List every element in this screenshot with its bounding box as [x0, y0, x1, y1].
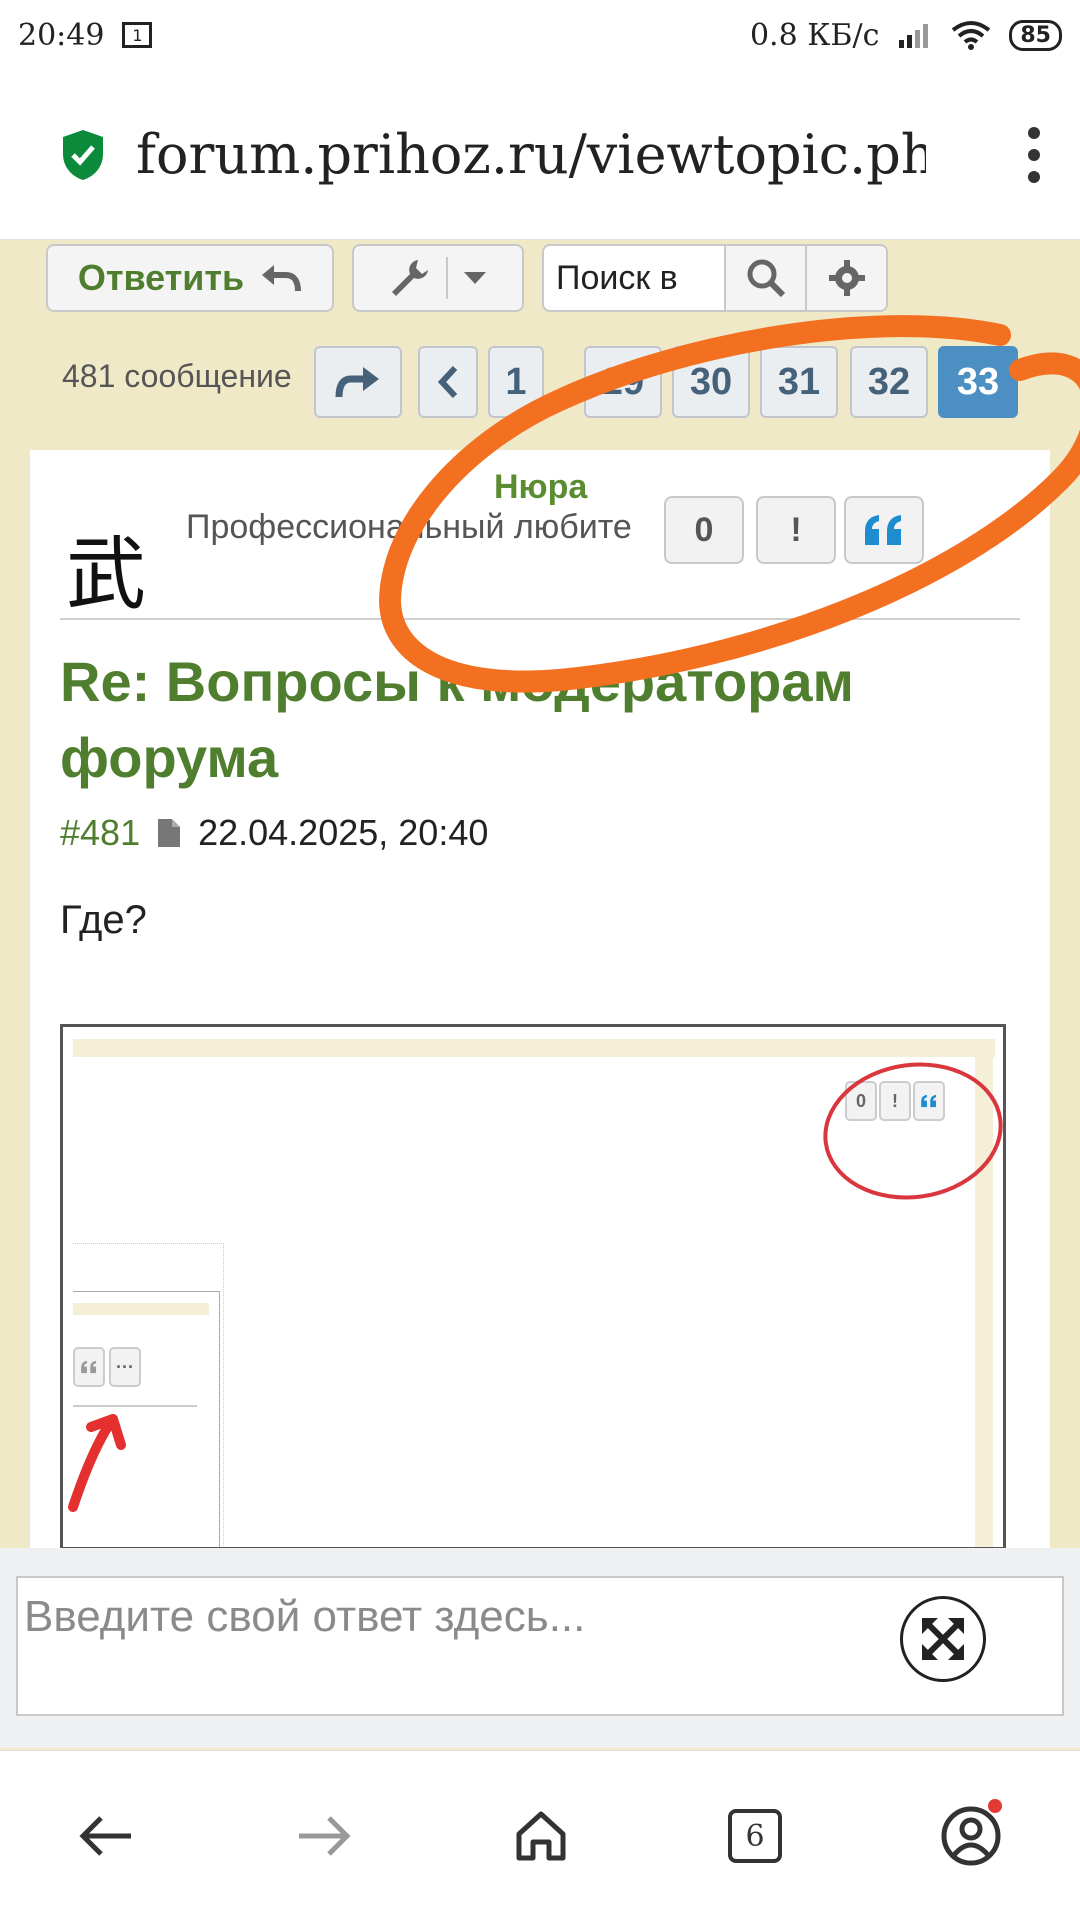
- tabs-button[interactable]: 6: [720, 1801, 790, 1871]
- post-meta: #481 22.04.2025, 20:40: [60, 812, 488, 854]
- page-link-1[interactable]: 1: [488, 346, 544, 418]
- like-counter-button[interactable]: 0: [664, 496, 744, 564]
- back-arrow-icon[interactable]: [72, 1801, 142, 1871]
- post-title[interactable]: Re: Вопросы к модераторам форума: [60, 644, 960, 796]
- document-icon: [158, 819, 181, 847]
- clock: 20:49: [18, 17, 105, 53]
- reply-arrow-icon: [262, 265, 302, 292]
- wrench-icon: [392, 260, 428, 296]
- overflow-menu-icon[interactable]: [1028, 126, 1040, 183]
- wifi-icon: [952, 21, 991, 50]
- user-rank: Профессиональный любите: [186, 508, 632, 546]
- reply-button-label: Ответить: [77, 257, 245, 298]
- sim-icon: 1: [122, 22, 153, 48]
- post-header-divider: [60, 618, 1020, 620]
- search-input[interactable]: Поиск в: [544, 246, 726, 310]
- page-link-31[interactable]: 31: [760, 346, 838, 418]
- chevron-down-icon: [464, 272, 486, 284]
- search-icon[interactable]: [726, 246, 807, 310]
- gear-icon[interactable]: [807, 246, 886, 310]
- post-permalink[interactable]: #481: [60, 812, 140, 854]
- url-text[interactable]: forum.prihoz.ru/viewtopic.ph: [136, 123, 926, 186]
- expand-editor-button[interactable]: [900, 1596, 986, 1682]
- reply-placeholder: Введите свой ответ здесь...: [24, 1592, 586, 1641]
- signal-icon: [899, 24, 929, 48]
- topic-search[interactable]: Поиск в: [542, 244, 888, 312]
- user-avatar[interactable]: 武: [66, 510, 146, 626]
- page-link-32[interactable]: 32: [850, 346, 928, 418]
- embedded-annotations: [68, 1062, 1003, 1512]
- address-bar[interactable]: forum.prihoz.ru/viewtopic.ph: [0, 70, 1080, 240]
- page-link-29[interactable]: 29: [584, 346, 662, 418]
- reply-button[interactable]: Ответить: [46, 244, 334, 312]
- status-bar: 20:49 1 0.8 КБ/с 85: [0, 0, 1080, 70]
- jump-to-page-button[interactable]: [314, 346, 402, 418]
- topic-tools-button[interactable]: [352, 244, 524, 312]
- share-arrow-icon: [335, 367, 379, 398]
- post-body-text: Где?: [60, 898, 147, 942]
- report-button[interactable]: !: [756, 496, 836, 564]
- pagination-ellipsis: …: [552, 372, 580, 403]
- post-author[interactable]: Нюра: [494, 468, 587, 507]
- tabs-count: 6: [728, 1809, 782, 1863]
- post-date: 22.04.2025, 20:40: [198, 812, 489, 853]
- secure-shield-icon: [63, 129, 103, 180]
- page-link-30[interactable]: 30: [672, 346, 750, 418]
- home-icon[interactable]: [506, 1801, 576, 1871]
- post-attached-image[interactable]: 0 ! ···: [60, 1024, 1006, 1550]
- notification-dot: [988, 1799, 1002, 1813]
- post-count: 481 сообщение: [62, 358, 292, 394]
- battery-indicator: 85: [1009, 19, 1062, 51]
- chevron-left-icon: [438, 365, 458, 399]
- quote-button[interactable]: [844, 496, 924, 564]
- prev-page-button[interactable]: [418, 346, 478, 418]
- browser-bottom-nav: 6: [0, 1750, 1080, 1921]
- expand-arrows-icon: [922, 1618, 964, 1660]
- account-icon[interactable]: [936, 1799, 1006, 1871]
- network-speed: 0.8 КБ/с: [749, 17, 880, 53]
- forward-arrow-icon[interactable]: [288, 1801, 358, 1871]
- quote-icon: [865, 515, 901, 545]
- page-current-33: 33: [938, 346, 1018, 418]
